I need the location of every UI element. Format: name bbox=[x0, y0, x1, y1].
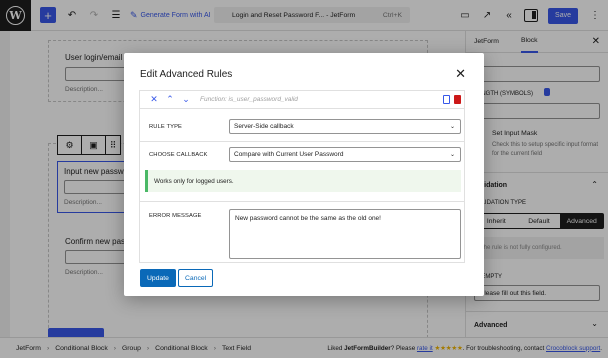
chevron-up-icon[interactable]: ⌃ bbox=[162, 94, 178, 105]
chevron-down-icon[interactable]: ⌄ bbox=[178, 94, 194, 105]
copy-icon[interactable] bbox=[443, 95, 450, 104]
error-message-textarea[interactable]: New password cannot be the same as the o… bbox=[229, 209, 461, 259]
chevron-down-icon: ⌄ bbox=[449, 124, 455, 130]
rule-type-select[interactable]: Server-Side callback ⌄ bbox=[229, 119, 461, 134]
divider bbox=[140, 201, 464, 202]
rule-type-value: Server-Side callback bbox=[234, 123, 294, 130]
function-label: Function: is_user_password_valid bbox=[200, 96, 298, 103]
cancel-button[interactable]: Cancel bbox=[178, 269, 214, 287]
rule-type-label: RULE TYPE bbox=[149, 124, 183, 130]
chevron-down-icon: ⌄ bbox=[449, 152, 455, 158]
trash-icon[interactable] bbox=[454, 95, 461, 104]
rule-card: ✕ ⌃ ⌄ Function: is_user_password_valid R… bbox=[139, 90, 465, 263]
close-rule-icon[interactable]: ✕ bbox=[146, 94, 162, 105]
close-icon[interactable]: ✕ bbox=[455, 66, 466, 82]
rule-header: ✕ ⌃ ⌄ Function: is_user_password_valid bbox=[140, 91, 464, 109]
divider bbox=[140, 141, 464, 142]
modal-title: Edit Advanced Rules bbox=[140, 69, 233, 80]
update-button[interactable]: Update bbox=[140, 269, 176, 287]
logged-users-notice: Works only for logged users. bbox=[145, 170, 461, 192]
callback-select[interactable]: Compare with Current User Password ⌄ bbox=[229, 147, 461, 162]
edit-advanced-rules-modal: Edit Advanced Rules ✕ ✕ ⌃ ⌄ Function: is… bbox=[124, 53, 484, 296]
callback-label: CHOOSE CALLBACK bbox=[149, 152, 208, 158]
callback-value: Compare with Current User Password bbox=[234, 151, 344, 158]
error-message-label: ERROR MESSAGE bbox=[149, 213, 202, 219]
